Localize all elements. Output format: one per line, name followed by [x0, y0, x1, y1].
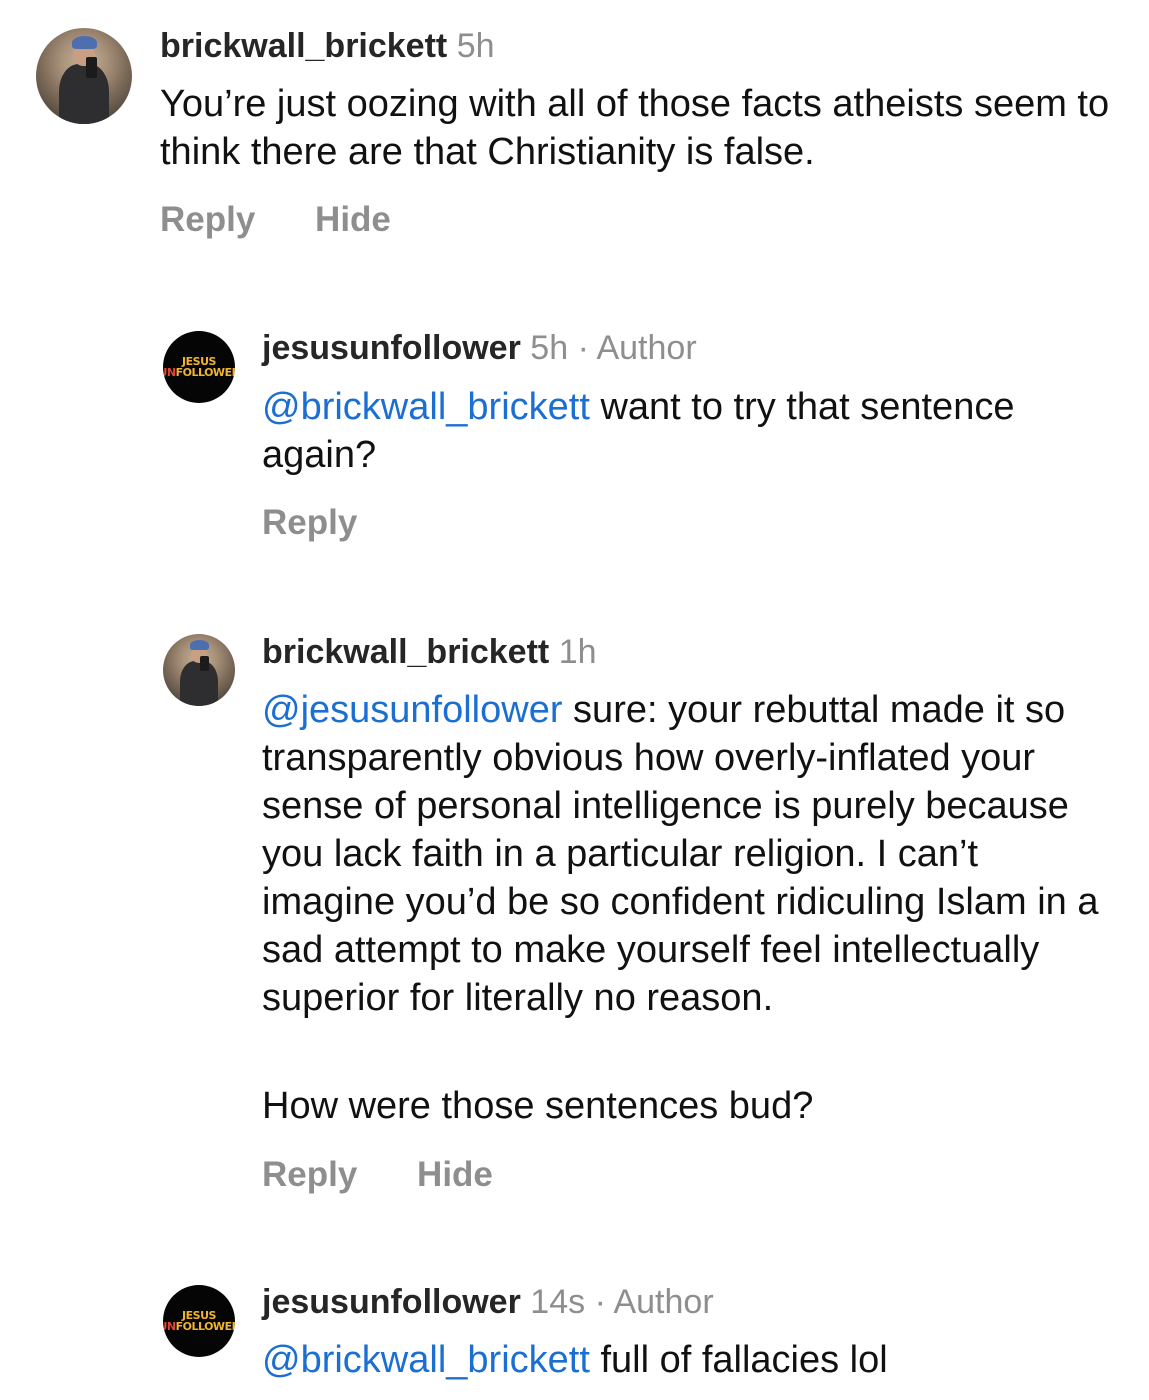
- comment-4-meta: jesusunfollower 14s · Author: [262, 1282, 714, 1322]
- comment-body: full of fallacies lol: [589, 1339, 888, 1381]
- hide-button[interactable]: Hide: [315, 200, 391, 239]
- mention-link[interactable]: @brickwall_brickett: [262, 386, 590, 428]
- comment-2-actions: Reply: [262, 503, 407, 543]
- comment-text-paragraph-2: How were those sentences bud?: [262, 1082, 1107, 1130]
- author-label: Author: [596, 329, 697, 367]
- avatar[interactable]: JESUS UNFOLLOWER: [163, 331, 235, 403]
- author-label: Author: [613, 1283, 714, 1321]
- reply-button[interactable]: Reply: [160, 200, 255, 239]
- comment-body-2: How were those sentences bud?: [262, 1085, 814, 1127]
- avatar-body-shape: [59, 64, 109, 124]
- avatar-cap-shape: [72, 35, 98, 50]
- logo-line-2-prefix: UN: [163, 1320, 176, 1333]
- comment-time: 1h: [558, 633, 597, 671]
- avatar[interactable]: [163, 634, 235, 706]
- avatar-body-shape: [180, 661, 218, 706]
- avatar-cap-shape: [190, 639, 210, 650]
- mention-link[interactable]: @brickwall_brickett: [262, 1339, 590, 1381]
- comment-username[interactable]: jesusunfollower: [262, 1283, 521, 1321]
- comment-username[interactable]: brickwall_brickett: [262, 633, 549, 671]
- reply-button[interactable]: Reply: [262, 1155, 357, 1194]
- comment-2-meta: jesusunfollower 5h · Author: [262, 328, 697, 368]
- comment-text: @brickwall_brickett want to try that sen…: [262, 383, 1042, 479]
- avatar-phone-shape: [85, 56, 98, 78]
- comment-username[interactable]: brickwall_brickett: [160, 27, 447, 65]
- logo-line-2: UNFOLLOWER: [163, 367, 235, 378]
- logo-line-2-rest: FOLLOWER: [175, 366, 235, 379]
- logo-line-2-prefix: UN: [163, 366, 176, 379]
- comment-time: 5h: [530, 329, 569, 367]
- hide-button[interactable]: Hide: [417, 1155, 493, 1194]
- comment-1-meta: brickwall_brickett 5h: [160, 26, 495, 66]
- comment-time: 5h: [456, 27, 495, 65]
- comment-body: You’re just oozing with all of those fac…: [160, 83, 1110, 173]
- meta-separator: ·: [594, 1283, 606, 1321]
- comment-text: You’re just oozing with all of those fac…: [160, 80, 1120, 176]
- comment-1-actions: Reply Hide: [160, 200, 441, 240]
- comment-body: sure: your rebuttal made it so transpare…: [262, 689, 1099, 1019]
- mention-link[interactable]: @jesusunfollower: [262, 689, 563, 731]
- comment-text: @brickwall_brickett full of fallacies lo…: [262, 1336, 1107, 1384]
- comment-3-meta: brickwall_brickett 1h: [262, 632, 597, 672]
- avatar[interactable]: JESUS UNFOLLOWER: [163, 1285, 235, 1357]
- comment-text: @jesusunfollower sure: your rebuttal mad…: [262, 686, 1107, 1022]
- comment-time: 14s: [530, 1283, 586, 1321]
- avatar-phone-shape: [200, 655, 210, 672]
- logo-line-2: UNFOLLOWER: [163, 1321, 235, 1332]
- avatar[interactable]: [36, 28, 132, 124]
- comment-username[interactable]: jesusunfollower: [262, 329, 521, 367]
- meta-separator: ·: [577, 329, 589, 367]
- logo-line-2-rest: FOLLOWER: [175, 1320, 235, 1333]
- comment-3-actions: Reply Hide: [262, 1155, 543, 1195]
- reply-button[interactable]: Reply: [262, 503, 357, 542]
